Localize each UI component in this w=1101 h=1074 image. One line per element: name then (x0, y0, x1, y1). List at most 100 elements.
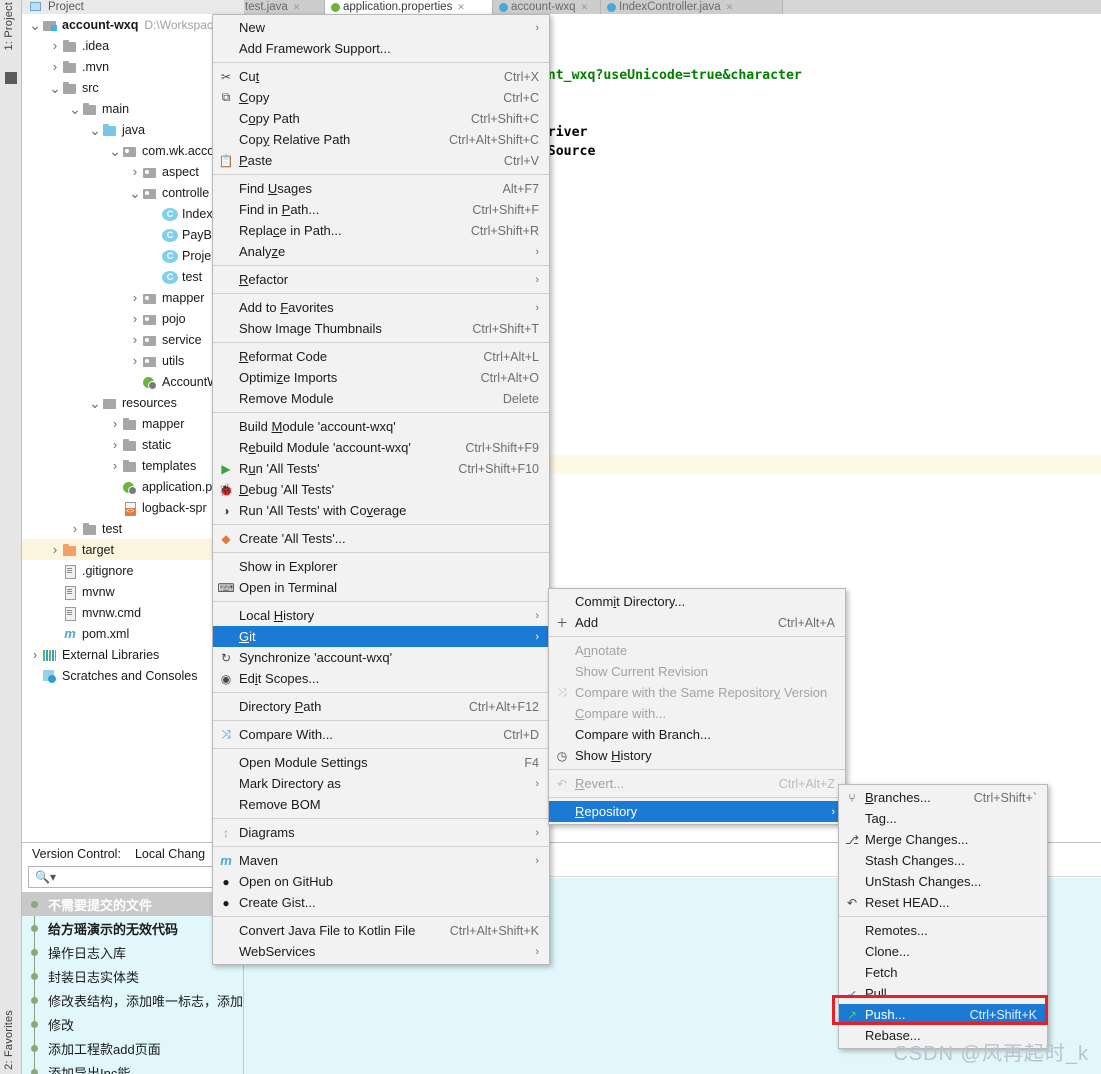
tree-node-main[interactable]: ⌄ main (22, 98, 243, 119)
menu-item-remove-bom[interactable]: Remove BOM (213, 794, 549, 815)
tree-node-test[interactable]: Ctest (22, 266, 243, 287)
chevron-right-icon[interactable]: › (28, 648, 42, 661)
menu-item-paste[interactable]: 📋 Paste Ctrl+V (213, 150, 549, 171)
chevron-down-icon[interactable]: ⌄ (28, 18, 42, 32)
menu-item-tag[interactable]: Tag... (839, 808, 1047, 829)
tree-node-index[interactable]: C Index (22, 203, 243, 224)
tree-node--gitignore[interactable]: .gitignore (22, 560, 243, 581)
tree-node-utils[interactable]: › utils (22, 350, 243, 371)
menu-item-rebuild-module-account-wxq[interactable]: Rebuild Module 'account-wxq' Ctrl+Shift+F… (213, 437, 549, 458)
menu-item-show-in-explorer[interactable]: Show in Explorer (213, 556, 549, 577)
tree-node-paybo[interactable]: C PayBo (22, 224, 243, 245)
menu-item-fetch[interactable]: Fetch (839, 962, 1047, 983)
chevron-right-icon[interactable]: › (128, 354, 142, 367)
chevron-right-icon[interactable]: › (108, 417, 122, 430)
menu-item-add-to-favorites[interactable]: Add to Favorites › (213, 297, 549, 318)
chevron-right-icon[interactable]: › (128, 312, 142, 325)
menu-item-diagrams[interactable]: ↕ Diagrams › (213, 822, 549, 843)
tree-node-controlle[interactable]: ⌄ controlle (22, 182, 243, 203)
tree-node-account-wxq[interactable]: ⌄ account-wxq D:\Workspace (22, 14, 243, 35)
menu-item-directory-path[interactable]: Directory Path Ctrl+Alt+F12 (213, 696, 549, 717)
tree-node-proje[interactable]: C Proje (22, 245, 243, 266)
menu-item-build-module-account-wxq[interactable]: Build Module 'account-wxq' (213, 416, 549, 437)
project-tree[interactable]: ⌄ account-wxq D:\Workspace › .idea › .mvn ⌄ src ⌄… (22, 14, 243, 842)
menu-item-analyze[interactable]: Analyze › (213, 241, 549, 262)
tool-window-button-favorites[interactable]: 2: Favorites (3, 1010, 15, 1070)
menu-item-debug-all-tests[interactable]: 🐞 Debug 'All Tests' (213, 479, 549, 500)
close-icon[interactable]: ✕ (457, 2, 465, 13)
menu-item-copy-path[interactable]: Copy Path Ctrl+Shift+C (213, 108, 549, 129)
chevron-down-icon[interactable]: ⌄ (68, 102, 82, 116)
menu-item-convert-java-file-to-kotlin-file[interactable]: Convert Java File to Kotlin File Ctrl+Alt… (213, 920, 549, 941)
chevron-right-icon[interactable]: › (48, 39, 62, 52)
tree-node--mvn[interactable]: › .mvn (22, 56, 243, 77)
tree-node-resources[interactable]: ⌄ resources (22, 392, 243, 413)
chevron-right-icon[interactable]: › (108, 459, 122, 472)
editor-tab-2[interactable]: application.properties ✕ (325, 0, 493, 14)
changelist-search-box[interactable]: 🔍▾ (28, 866, 237, 888)
version-control-tab-local-changes[interactable]: Local Chang (135, 847, 205, 861)
menu-item-copy[interactable]: ⧉ Copy Ctrl+C (213, 87, 549, 108)
menu-item-open-module-settings[interactable]: Open Module Settings F4 (213, 752, 549, 773)
chevron-right-icon[interactable]: › (48, 543, 62, 556)
menu-item-open-on-github[interactable]: ● Open on GitHub (213, 871, 549, 892)
changelist-item[interactable]: 给方瑶演示的无效代码 (22, 916, 243, 940)
chevron-down-icon[interactable]: ⌄ (128, 186, 142, 200)
changelist-item[interactable]: 封装日志实体类 (22, 964, 243, 988)
menu-item-add-framework-support[interactable]: Add Framework Support... (213, 38, 549, 59)
menu-item-open-in-terminal[interactable]: ⌨ Open in Terminal (213, 577, 549, 598)
menu-item-show-history[interactable]: ◷ Show History (549, 745, 845, 766)
changelist-item[interactable]: 操作日志入库 (22, 940, 243, 964)
tree-node-src[interactable]: ⌄ src (22, 77, 243, 98)
menu-item-local-history[interactable]: Local History › (213, 605, 549, 626)
menu-item-reset-head[interactable]: ↶ Reset HEAD... (839, 892, 1047, 913)
menu-item-new[interactable]: New › (213, 17, 549, 38)
changelist-item[interactable]: 修改表结构，添加唯一标志，添加操作日志 (22, 988, 243, 1012)
project-context-menu[interactable]: New › Add Framework Support... ✂ Cut Ctrl+X ⧉ C… (212, 14, 550, 965)
menu-item-git[interactable]: Git › (213, 626, 549, 647)
close-icon[interactable]: ✕ (581, 2, 589, 13)
menu-item-run-all-tests-with-coverage[interactable]: ◑ Run 'All Tests' with Coverage (213, 500, 549, 521)
menu-item-edit-scopes[interactable]: ◉ Edit Scopes... (213, 668, 549, 689)
changelist-item[interactable]: 添加导出Inc能 (22, 1060, 243, 1074)
close-icon[interactable]: ✕ (293, 2, 301, 13)
menu-item-find-usages[interactable]: Find Usages Alt+F7 (213, 178, 549, 199)
chevron-down-icon[interactable]: ⌄ (48, 81, 62, 95)
chevron-right-icon[interactable]: › (48, 60, 62, 73)
close-icon[interactable]: ✕ (726, 2, 734, 13)
menu-item-maven[interactable]: m Maven › (213, 850, 549, 871)
changelist-item[interactable]: 不需要提交的文件 (22, 892, 243, 916)
menu-item-branches[interactable]: ⑂ Branches... Ctrl+Shift+` (839, 787, 1047, 808)
tree-node-accountw[interactable]: AccountW (22, 371, 243, 392)
tree-node-external-libraries[interactable]: › External Libraries (22, 644, 243, 665)
menu-item-refactor[interactable]: Refactor › (213, 269, 549, 290)
tree-node-static[interactable]: › static (22, 434, 243, 455)
menu-item-create-all-tests[interactable]: ◆ Create 'All Tests'... (213, 528, 549, 549)
menu-item-merge-changes[interactable]: ⎇ Merge Changes... (839, 829, 1047, 850)
tree-node-scratches-and-consoles[interactable]: Scratches and Consoles (22, 665, 243, 686)
menu-item-remotes[interactable]: Remotes... (839, 920, 1047, 941)
chevron-down-icon[interactable]: ⌄ (108, 144, 122, 158)
menu-item-synchronize-account-wxq[interactable]: ↻ Synchronize 'account-wxq' (213, 647, 549, 668)
tree-node-test[interactable]: › test (22, 518, 243, 539)
menu-item-mark-directory-as[interactable]: Mark Directory as › (213, 773, 549, 794)
menu-item-repository[interactable]: Repository › (549, 801, 845, 822)
tree-node-pom-xml[interactable]: m pom.xml (22, 623, 243, 644)
menu-item-pull[interactable]: ↙ Pull... (839, 983, 1047, 1004)
tree-node--idea[interactable]: › .idea (22, 35, 243, 56)
menu-item-stash-changes[interactable]: Stash Changes... (839, 850, 1047, 871)
menu-item-replace-in-path[interactable]: Replace in Path... Ctrl+Shift+R (213, 220, 549, 241)
menu-item-push[interactable]: ↗ Push... Ctrl+Shift+K (839, 1004, 1047, 1025)
structure-icon[interactable] (5, 72, 17, 84)
tree-node-templates[interactable]: › templates (22, 455, 243, 476)
chevron-right-icon[interactable]: › (128, 333, 142, 346)
editor-tab-3[interactable]: account-wxq ✕ (493, 0, 601, 14)
chevron-right-icon[interactable]: › (108, 438, 122, 451)
menu-item-remove-module[interactable]: Remove Module Delete (213, 388, 549, 409)
menu-item-reformat-code[interactable]: Reformat Code Ctrl+Alt+L (213, 346, 549, 367)
git-submenu[interactable]: Commit Directory... ＋ Add Ctrl+Alt+A Annotat… (548, 588, 846, 825)
tool-window-button-project[interactable]: 1: Project (3, 2, 15, 50)
chevron-right-icon[interactable]: › (68, 522, 82, 535)
tree-node-pojo[interactable]: › pojo (22, 308, 243, 329)
changelist-list[interactable]: 不需要提交的文件 给方瑶演示的无效代码 操作日志入库 封装日志实体类 修改表结构，添加唯… (22, 892, 243, 1074)
